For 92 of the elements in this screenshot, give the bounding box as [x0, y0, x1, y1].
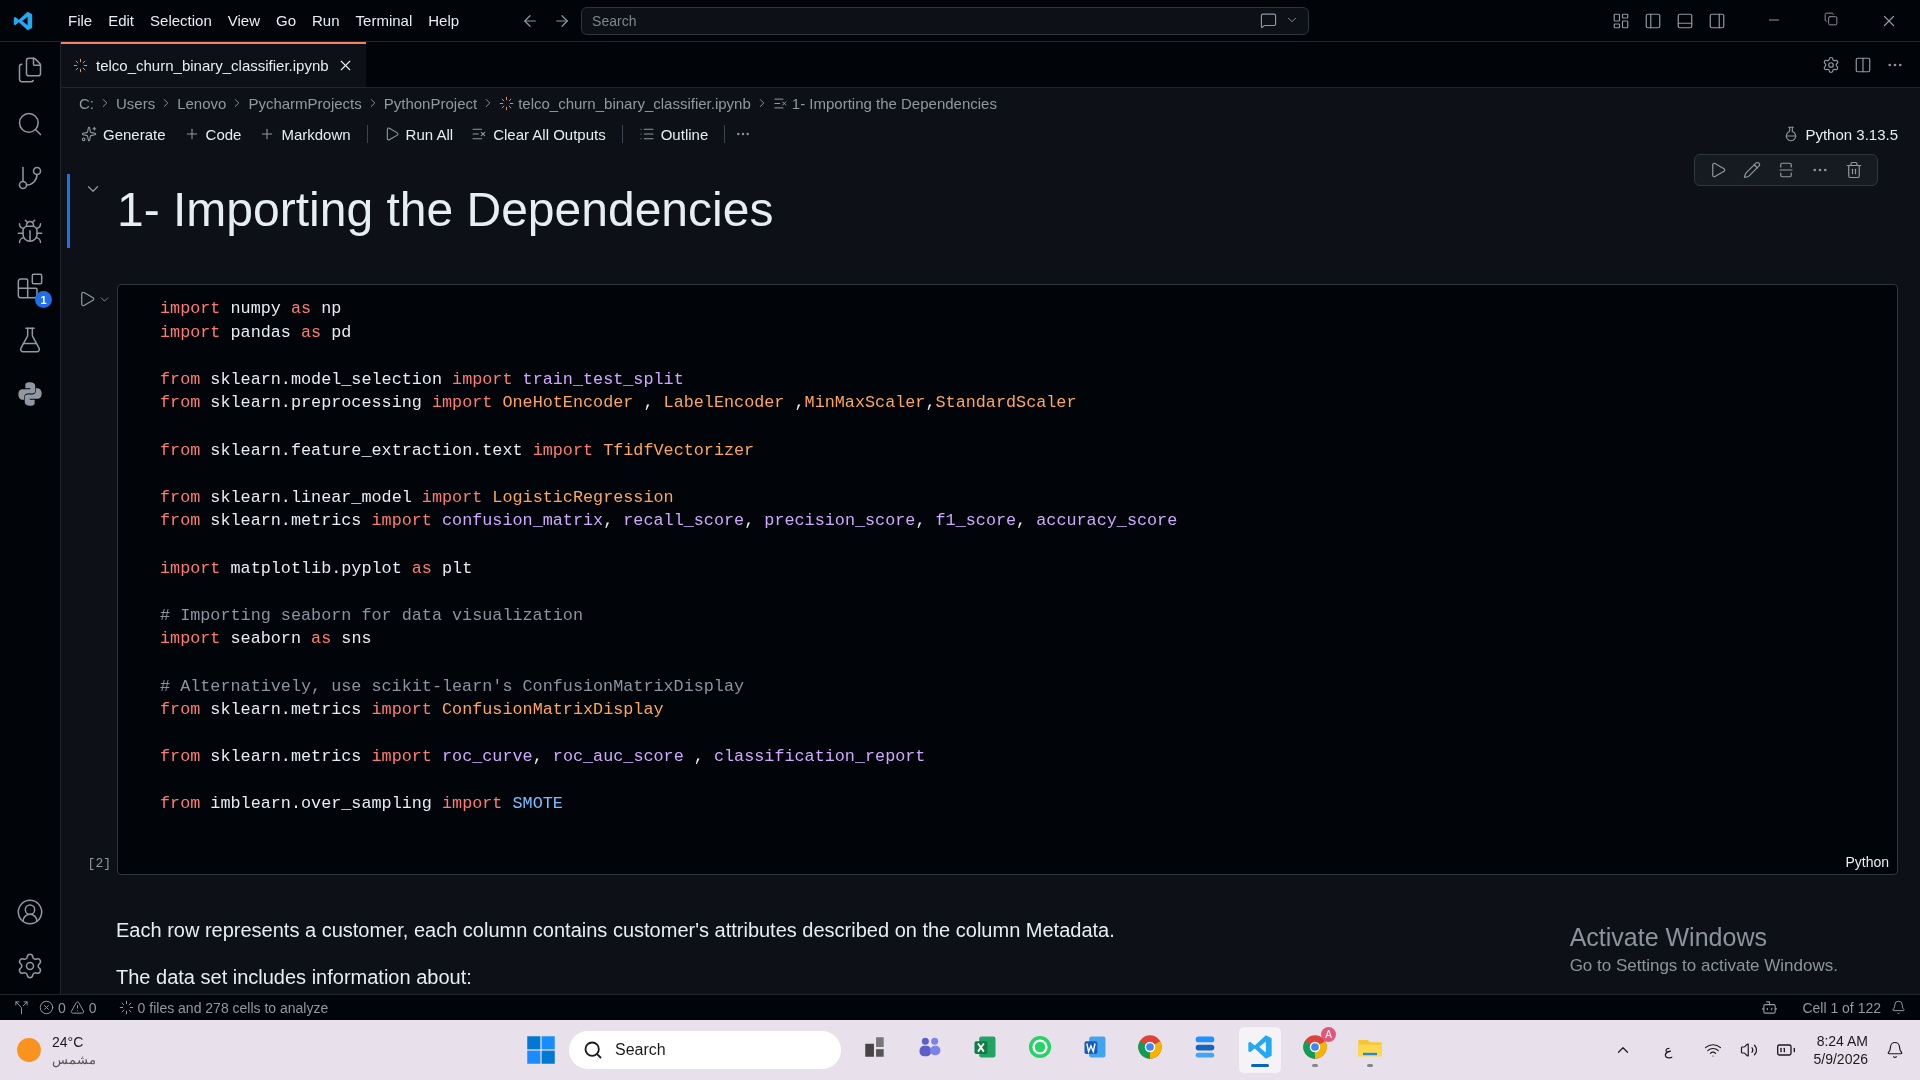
- layout-icon[interactable]: [1612, 11, 1630, 30]
- panel-bottom-icon[interactable]: [1676, 11, 1694, 30]
- breadcrumb-item[interactable]: C:: [79, 94, 94, 112]
- settings-icon[interactable]: [16, 952, 44, 980]
- sparkle-icon: [81, 126, 97, 142]
- run-cell-icon[interactable]: [78, 290, 96, 308]
- bell-icon[interactable]: [1886, 1041, 1904, 1059]
- error-icon: [39, 1000, 54, 1015]
- loading-icon: [118, 1000, 134, 1015]
- debug-icon[interactable]: [16, 218, 44, 246]
- code-line: # Importing seaborn for data visualization: [160, 604, 583, 627]
- kernel-button[interactable]: Python 3.13.5: [1777, 123, 1904, 145]
- menu-item[interactable]: Edit: [100, 8, 143, 33]
- notification-badge: 1: [35, 291, 52, 308]
- breadcrumb-item[interactable]: telco_churn_binary_classifier.ipynb: [518, 94, 751, 112]
- code-line: import matplotlib.pyplot as plt: [160, 557, 473, 580]
- split-editor-icon[interactable]: [1854, 55, 1872, 74]
- code-line: from sklearn.feature_extraction.text import TfidfVectorizer: [160, 439, 755, 462]
- code-line: # Alternatively, use scikit-learn's ConfusionMatrixDisplay: [160, 675, 745, 698]
- search-icon[interactable]: [16, 110, 44, 138]
- vscode-logo-icon[interactable]: [12, 9, 34, 32]
- panel-right-icon[interactable]: [1708, 11, 1726, 30]
- input-language[interactable]: ع: [1663, 1042, 1672, 1058]
- search-icon: [583, 1040, 603, 1060]
- menu-item[interactable]: Terminal: [347, 8, 421, 33]
- settings-icon[interactable]: [1822, 55, 1840, 74]
- code-line: from imblearn.over_sampling import SMOTE: [160, 793, 563, 816]
- menu-item[interactable]: File: [60, 8, 101, 33]
- code-line: import pandas as pd: [160, 321, 352, 344]
- copilot-icon[interactable]: [1761, 999, 1779, 1016]
- toolbar-button[interactable]: Markdown: [253, 123, 357, 145]
- execution-count: [2]: [87, 856, 111, 871]
- toolbar-button[interactable]: Outline: [632, 123, 715, 145]
- breadcrumb-item[interactable]: PycharmProjects: [248, 94, 362, 112]
- list-icon: [638, 126, 655, 142]
- delete-icon[interactable]: [1845, 161, 1863, 179]
- code-line: from sklearn.metrics import roc_curve, roc_auc_score , classification_report: [160, 746, 926, 769]
- remote-icon[interactable]: [14, 1000, 29, 1015]
- breadcrumb-item[interactable]: PythonProject: [383, 94, 478, 112]
- code-line: import seaborn as sns: [160, 628, 372, 651]
- menu-item[interactable]: Go: [268, 8, 304, 33]
- toolbar-button[interactable]: Clear All Outputs: [465, 123, 612, 145]
- run-icon[interactable]: [1709, 161, 1727, 179]
- restore-icon[interactable]: [1824, 11, 1838, 26]
- menu-item[interactable]: View: [219, 8, 268, 33]
- search-field[interactable]: Search: [581, 6, 1310, 35]
- taskbar-search-field[interactable]: Search: [569, 1031, 841, 1069]
- start-icon[interactable]: [526, 1035, 556, 1065]
- weather-text: مشمس: [52, 1051, 96, 1067]
- code-line: from sklearn.linear_model import LogisticRegression: [160, 486, 674, 509]
- breadcrumb-item[interactable]: Users: [116, 94, 156, 112]
- problems-status[interactable]: 0 0: [39, 999, 97, 1016]
- markdown-heading: 1- Importing the Dependencies: [117, 182, 774, 237]
- activation-title: Activate Windows: [1569, 923, 1768, 952]
- temperature: 24°C: [52, 1033, 85, 1050]
- code-cell[interactable]: [117, 284, 1898, 875]
- toolbar-button[interactable]: Generate: [75, 123, 172, 145]
- code-line: import numpy as np: [160, 298, 342, 320]
- warning-icon: [69, 1000, 85, 1015]
- markdown-icon: [772, 95, 788, 111]
- edit-icon[interactable]: [1743, 161, 1761, 179]
- split-cell-icon[interactable]: [1777, 161, 1795, 179]
- chat-icon[interactable]: [1260, 11, 1278, 29]
- clear-list-icon: [471, 126, 488, 142]
- menu-item[interactable]: Run: [304, 8, 348, 33]
- git-branch-icon[interactable]: [16, 164, 44, 192]
- menu-item[interactable]: Help: [420, 8, 468, 33]
- markdown-paragraph: Each row represents a customer, each column contains customer's attributes described on the column Metadata.: [116, 919, 1115, 942]
- markdown-paragraph: The data set includes information about:: [116, 966, 472, 989]
- editor-tab[interactable]: telco_churn_binary_classifier.ipynb: [61, 42, 366, 87]
- code-line: from sklearn.preprocessing import OneHotEncoder , LabelEncoder ,MinMaxScaler,StandardScaler: [160, 392, 1077, 415]
- clock[interactable]: 8:24 AM 5/9/2026: [1813, 1033, 1868, 1067]
- app-badge: A: [1321, 1027, 1336, 1042]
- toolbar-button[interactable]: Run All: [377, 123, 460, 145]
- toolbar-button[interactable]: Code: [177, 123, 248, 145]
- browser-app-icon[interactable]: [1136, 1033, 1164, 1061]
- cell-position[interactable]: Cell 1 of 122: [1802, 999, 1881, 1016]
- activation-subtitle: Go to Settings to activate Windows.: [1569, 956, 1838, 976]
- menu-item[interactable]: Selection: [142, 8, 220, 33]
- analysis-status[interactable]: 0 files and 278 cells to analyze: [118, 999, 329, 1016]
- code-line: from sklearn.metrics import confusion_matrix, recall_score, precision_score, f1_score, accuracy_score: [160, 510, 1178, 533]
- code-line: from sklearn.model_selection import train_test_split: [160, 368, 684, 391]
- account-icon[interactable]: [16, 898, 44, 926]
- cell-language[interactable]: Python: [1845, 854, 1889, 870]
- files-icon[interactable]: [16, 56, 44, 84]
- code-line: from sklearn.metrics import ConfusionMatrixDisplay: [160, 699, 664, 722]
- breadcrumb-item[interactable]: 1- Importing the Dependencies: [791, 94, 997, 112]
- breadcrumb-item[interactable]: Lenovo: [177, 94, 227, 112]
- python-icon[interactable]: [16, 380, 44, 408]
- panel-left-icon[interactable]: [1644, 11, 1662, 30]
- bell-icon[interactable]: [1891, 1000, 1906, 1015]
- volume-icon[interactable]: [1739, 1041, 1758, 1059]
